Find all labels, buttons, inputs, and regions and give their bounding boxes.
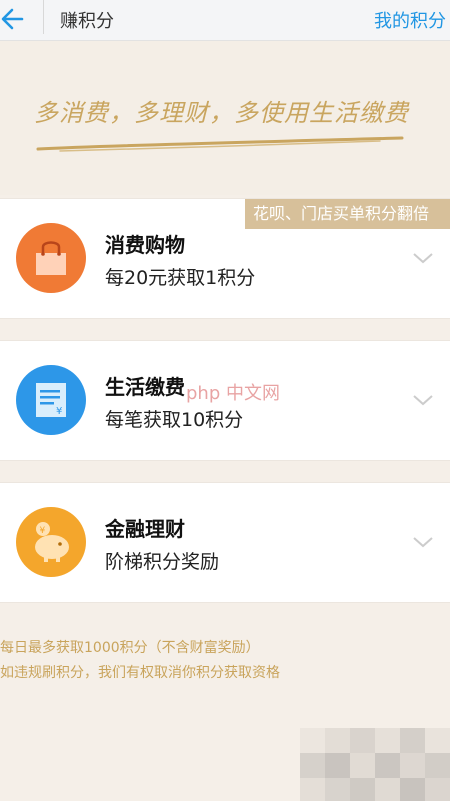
card-title: 消费购物 <box>105 233 185 257</box>
svg-text:¥: ¥ <box>40 526 46 536</box>
card-finance[interactable]: ¥ 金融理财 阶梯积分奖励 <box>0 482 450 603</box>
card-title: 生活缴费 <box>105 375 185 399</box>
chevron-down-icon[interactable] <box>412 535 434 549</box>
piggy-bank-icon: ¥ <box>16 507 86 577</box>
my-points-link[interactable]: 我的积分 <box>374 7 446 33</box>
slogan-banner: 多消费，多理财，多使用生活缴费 <box>0 41 450 195</box>
watermark-text: php 中文网 <box>186 383 280 404</box>
points-rules: 每日最多获取1000积分（不含财富奖励） 如违规刷积分，我们有权取消你积分获取资… <box>0 636 280 686</box>
shopping-bag-icon <box>16 223 86 293</box>
chevron-down-icon[interactable] <box>412 251 434 265</box>
card-subtitle: 每笔获取10积分 <box>105 409 244 431</box>
top-nav-bar: 赚积分 我的积分 <box>0 0 450 41</box>
brush-stroke-decoration <box>36 136 404 152</box>
rule-line: 每日最多获取1000积分（不含财富奖励） <box>0 640 260 656</box>
rule-line: 如违规刷积分，我们有权取消你积分获取资格 <box>0 665 280 681</box>
back-arrow-icon[interactable] <box>0 4 26 34</box>
chevron-down-icon[interactable] <box>412 393 434 407</box>
card-shopping[interactable]: 花呗、门店买单积分翻倍 消费购物 每20元获取1积分 <box>0 198 450 319</box>
page-title: 赚积分 <box>60 11 114 32</box>
nav-divider <box>43 0 44 34</box>
card-title: 金融理财 <box>105 517 185 541</box>
card-subtitle: 每20元获取1积分 <box>105 267 256 289</box>
svg-text:¥: ¥ <box>56 406 62 417</box>
blurred-mosaic-patch <box>300 728 450 801</box>
promo-badge: 花呗、门店买单积分翻倍 <box>245 199 450 229</box>
bill-document-icon: ¥ <box>16 365 86 435</box>
card-subtitle: 阶梯积分奖励 <box>105 551 220 573</box>
